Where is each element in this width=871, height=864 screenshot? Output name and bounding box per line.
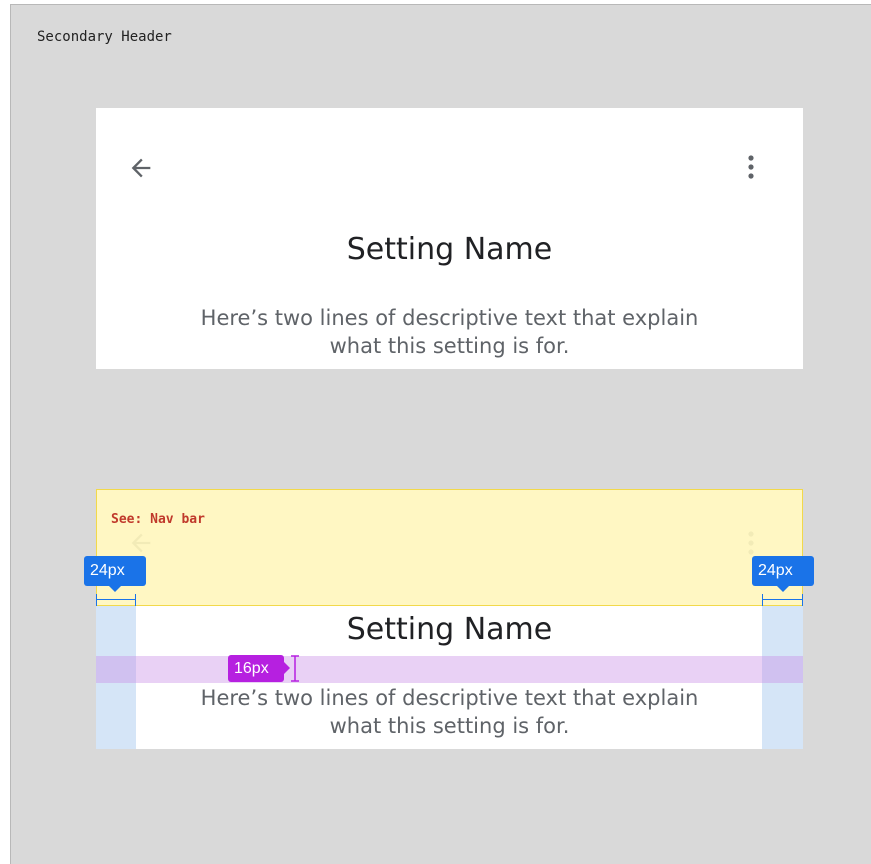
setting-description: Here’s two lines of descriptive text tha… bbox=[96, 304, 803, 360]
setting-name-title: Setting Name bbox=[346, 232, 553, 267]
right-padding-tag-pointer bbox=[777, 586, 789, 592]
setting-name-title: Setting Name bbox=[346, 612, 553, 647]
setting-description-line-1: Here’s two lines of descriptive text tha… bbox=[200, 306, 699, 330]
nav-bar-note: See: Nav bar bbox=[111, 512, 205, 527]
left-padding-measure bbox=[96, 594, 136, 606]
right-padding-measure bbox=[762, 594, 803, 606]
gap-tag: 16px bbox=[228, 655, 284, 682]
setting-description: Here’s two lines of descriptive text tha… bbox=[96, 684, 803, 740]
arrow-back-icon[interactable] bbox=[127, 154, 155, 182]
secondary-header-frame: Secondary Header Setting Name Here’s two… bbox=[10, 4, 871, 864]
gap-measure bbox=[291, 655, 299, 682]
secondary-header-preview: Setting Name Here’s two lines of descrip… bbox=[96, 108, 803, 369]
nav-bar-highlight: See: Nav bar bbox=[96, 489, 803, 606]
redline-preview: See: Nav bar Setting Name Here’s two lin… bbox=[96, 489, 803, 749]
more-vert-icon[interactable] bbox=[744, 151, 758, 183]
setting-description-line-2: what this setting is for. bbox=[329, 334, 570, 358]
setting-description-line-1: Here’s two lines of descriptive text tha… bbox=[200, 686, 699, 710]
frame-title: Secondary Header bbox=[37, 29, 172, 45]
left-padding-tag: 24px bbox=[84, 556, 146, 586]
setting-description-line-2: what this setting is for. bbox=[329, 714, 570, 738]
right-padding-tag: 24px bbox=[752, 556, 814, 586]
left-padding-tag-pointer bbox=[109, 586, 121, 592]
title-description-gap-highlight bbox=[96, 656, 803, 683]
